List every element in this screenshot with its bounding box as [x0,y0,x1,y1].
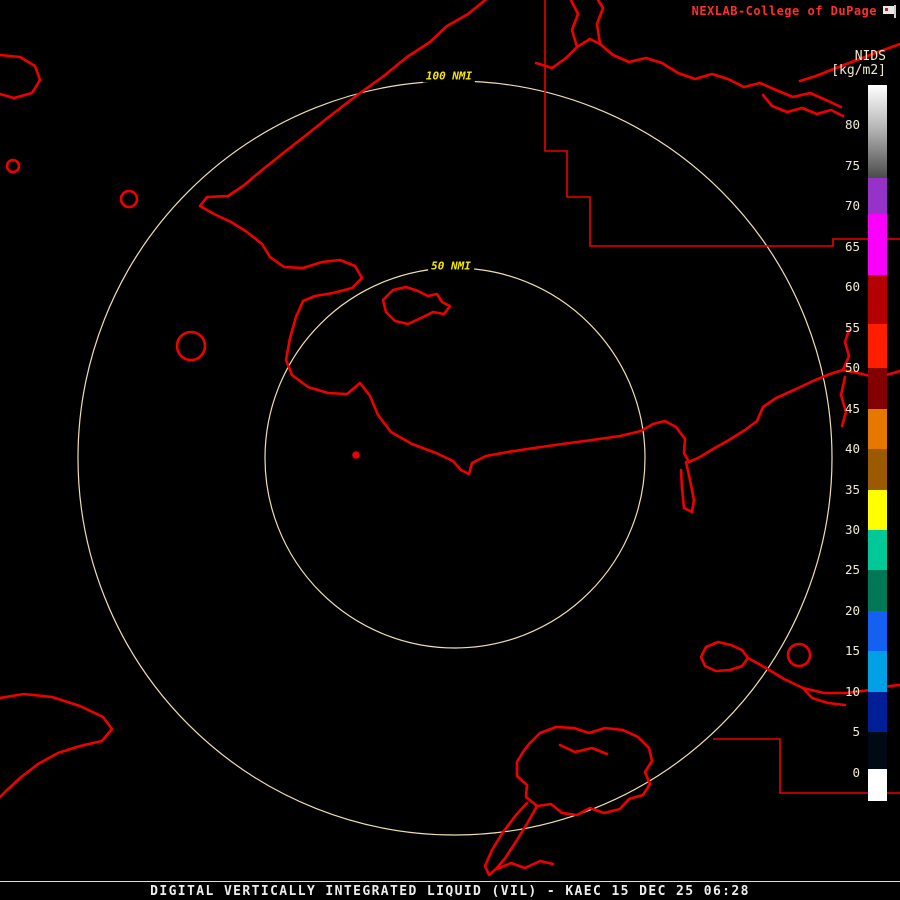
colorbar-segment [868,651,887,692]
scale-title: NIDS [854,49,886,64]
island-outline [119,189,139,209]
colorbar: 80 75 70 65 60 55 50 45 40 35 30 25 20 15 10 5 0 [822,85,888,801]
colorbar-segment [868,408,887,450]
radar-map [0,0,900,877]
lake-outline [515,725,654,817]
product-caption: DIGITAL VERTICALLY INTEGRATED LIQUID (VI… [150,884,750,899]
colorbar-bar [868,85,887,801]
footer-divider [0,881,900,882]
colorbar-segment [868,529,887,571]
cod-flag-icon [882,4,898,18]
colorbar-segment [868,368,887,409]
scale-units: [kg/m2] [831,63,886,78]
colorbar-segment [868,768,887,801]
colorbar-tick-label: 80 [844,117,860,133]
colorbar-tick-label: 70 [844,198,860,214]
range-ring-inner [264,267,646,649]
island-outline [5,158,21,174]
colorbar-segment [868,489,887,530]
colorbar-segment [868,732,887,769]
colorbar-tick-label: 55 [844,319,860,335]
colorbar-ticks: 80 75 70 65 60 55 50 45 40 35 30 25 20 15 10 5 0 [822,85,860,801]
island-outline [175,330,207,362]
header: NEXLAB-College of DuPage [692,4,898,18]
coastline-outlines [0,0,900,877]
colorbar-segment [868,691,887,733]
brand-text: NEXLAB-College of DuPage [691,4,877,18]
colorbar-tick-label: 5 [852,724,860,740]
range-ring-inner-label: 50 NMI [428,259,474,273]
colorbar-segment [868,570,887,611]
colorbar-segment [868,449,887,490]
colorbar-segment [868,275,887,324]
coastline-path [569,0,580,49]
coastline-path [198,0,643,476]
coastline-path [558,743,609,756]
colorbar-tick-label: 25 [844,562,860,578]
colorbar-tick-label: 20 [844,602,860,618]
coastline-path [495,859,555,871]
colorbar-tick-label: 35 [844,481,860,497]
scale-header: NIDS [kg/m2] [786,50,886,78]
colorbar-tick-label: 10 [844,683,860,699]
colorbar-segment [868,610,887,652]
colorbar-tick-label: 50 [844,360,860,376]
colorbar-tick-label: 60 [844,279,860,295]
colorbar-segment [868,214,887,276]
coastline-path [595,0,605,46]
island-outline [699,640,750,673]
island-dot [352,451,360,459]
island-outline [381,285,452,326]
radar-display: 100 NMI 50 NMI NEXLAB-College of DuPage … [0,0,900,900]
colorbar-segment [868,323,887,369]
coastline-path [0,53,42,100]
coastline-path [679,460,696,514]
range-ring-outer [77,80,833,836]
range-ring-outer-label: 100 NMI [422,69,476,83]
colorbar-segment [868,178,887,215]
colorbar-tick-label: 0 [852,764,860,780]
colorbar-tick-label: 40 [844,441,860,457]
island-outline [786,642,812,668]
colorbar-tick-label: 15 [844,643,860,659]
colorbar-tick-label: 45 [844,400,860,416]
colorbar-segment [868,85,887,179]
colorbar-tick-label: 30 [844,521,860,537]
colorbar-tick-label: 75 [844,157,860,173]
coastline-path [0,692,114,799]
colorbar-tick-label: 65 [844,238,860,254]
